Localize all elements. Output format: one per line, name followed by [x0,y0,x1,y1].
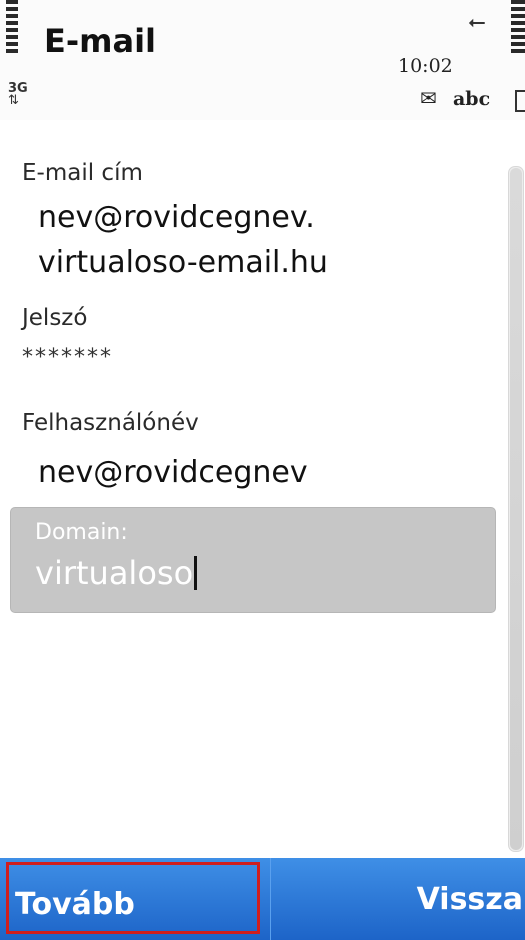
next-button[interactable]: Tovább [6,862,260,934]
username-label: Felhasználónév [22,410,199,436]
scrollbar-thumb[interactable] [510,168,522,850]
usb-icon: ⭠ [468,10,486,35]
back-button[interactable]: Vissza [417,882,523,917]
username-field[interactable]: nev@rovidcegnev [38,455,308,490]
softkey-bar: Tovább Vissza [0,858,525,940]
data-transfer-icon: ⇅ [8,93,19,108]
next-button-label: Tovább [15,887,135,922]
domain-label: Domain: [35,520,128,545]
domain-input[interactable]: virtualoso [35,554,198,592]
message-icon: ✉ [420,86,437,110]
page-title: E-mail [44,22,157,60]
status-bar: 3G ⇅ E-mail ⭠ 10:02 ✉ abc [0,0,525,120]
password-label: Jelszó [22,305,88,331]
email-field-line1[interactable]: nev@rovidcegnev. [38,200,315,235]
text-cursor [194,556,198,590]
scrollbar[interactable] [508,166,524,852]
softkey-divider [270,858,271,940]
domain-value: virtualoso [35,554,194,592]
input-mode-indicator: abc [453,88,491,110]
signal-icon [6,0,18,60]
clock: 10:02 [398,55,453,77]
email-label: E-mail cím [22,160,143,186]
battery-icon [511,0,525,62]
keyboard-icon [515,90,525,112]
email-field-line2[interactable]: virtualoso-email.hu [38,245,328,280]
password-field[interactable]: ******* [22,345,113,370]
domain-field[interactable]: Domain: virtualoso [10,507,496,613]
